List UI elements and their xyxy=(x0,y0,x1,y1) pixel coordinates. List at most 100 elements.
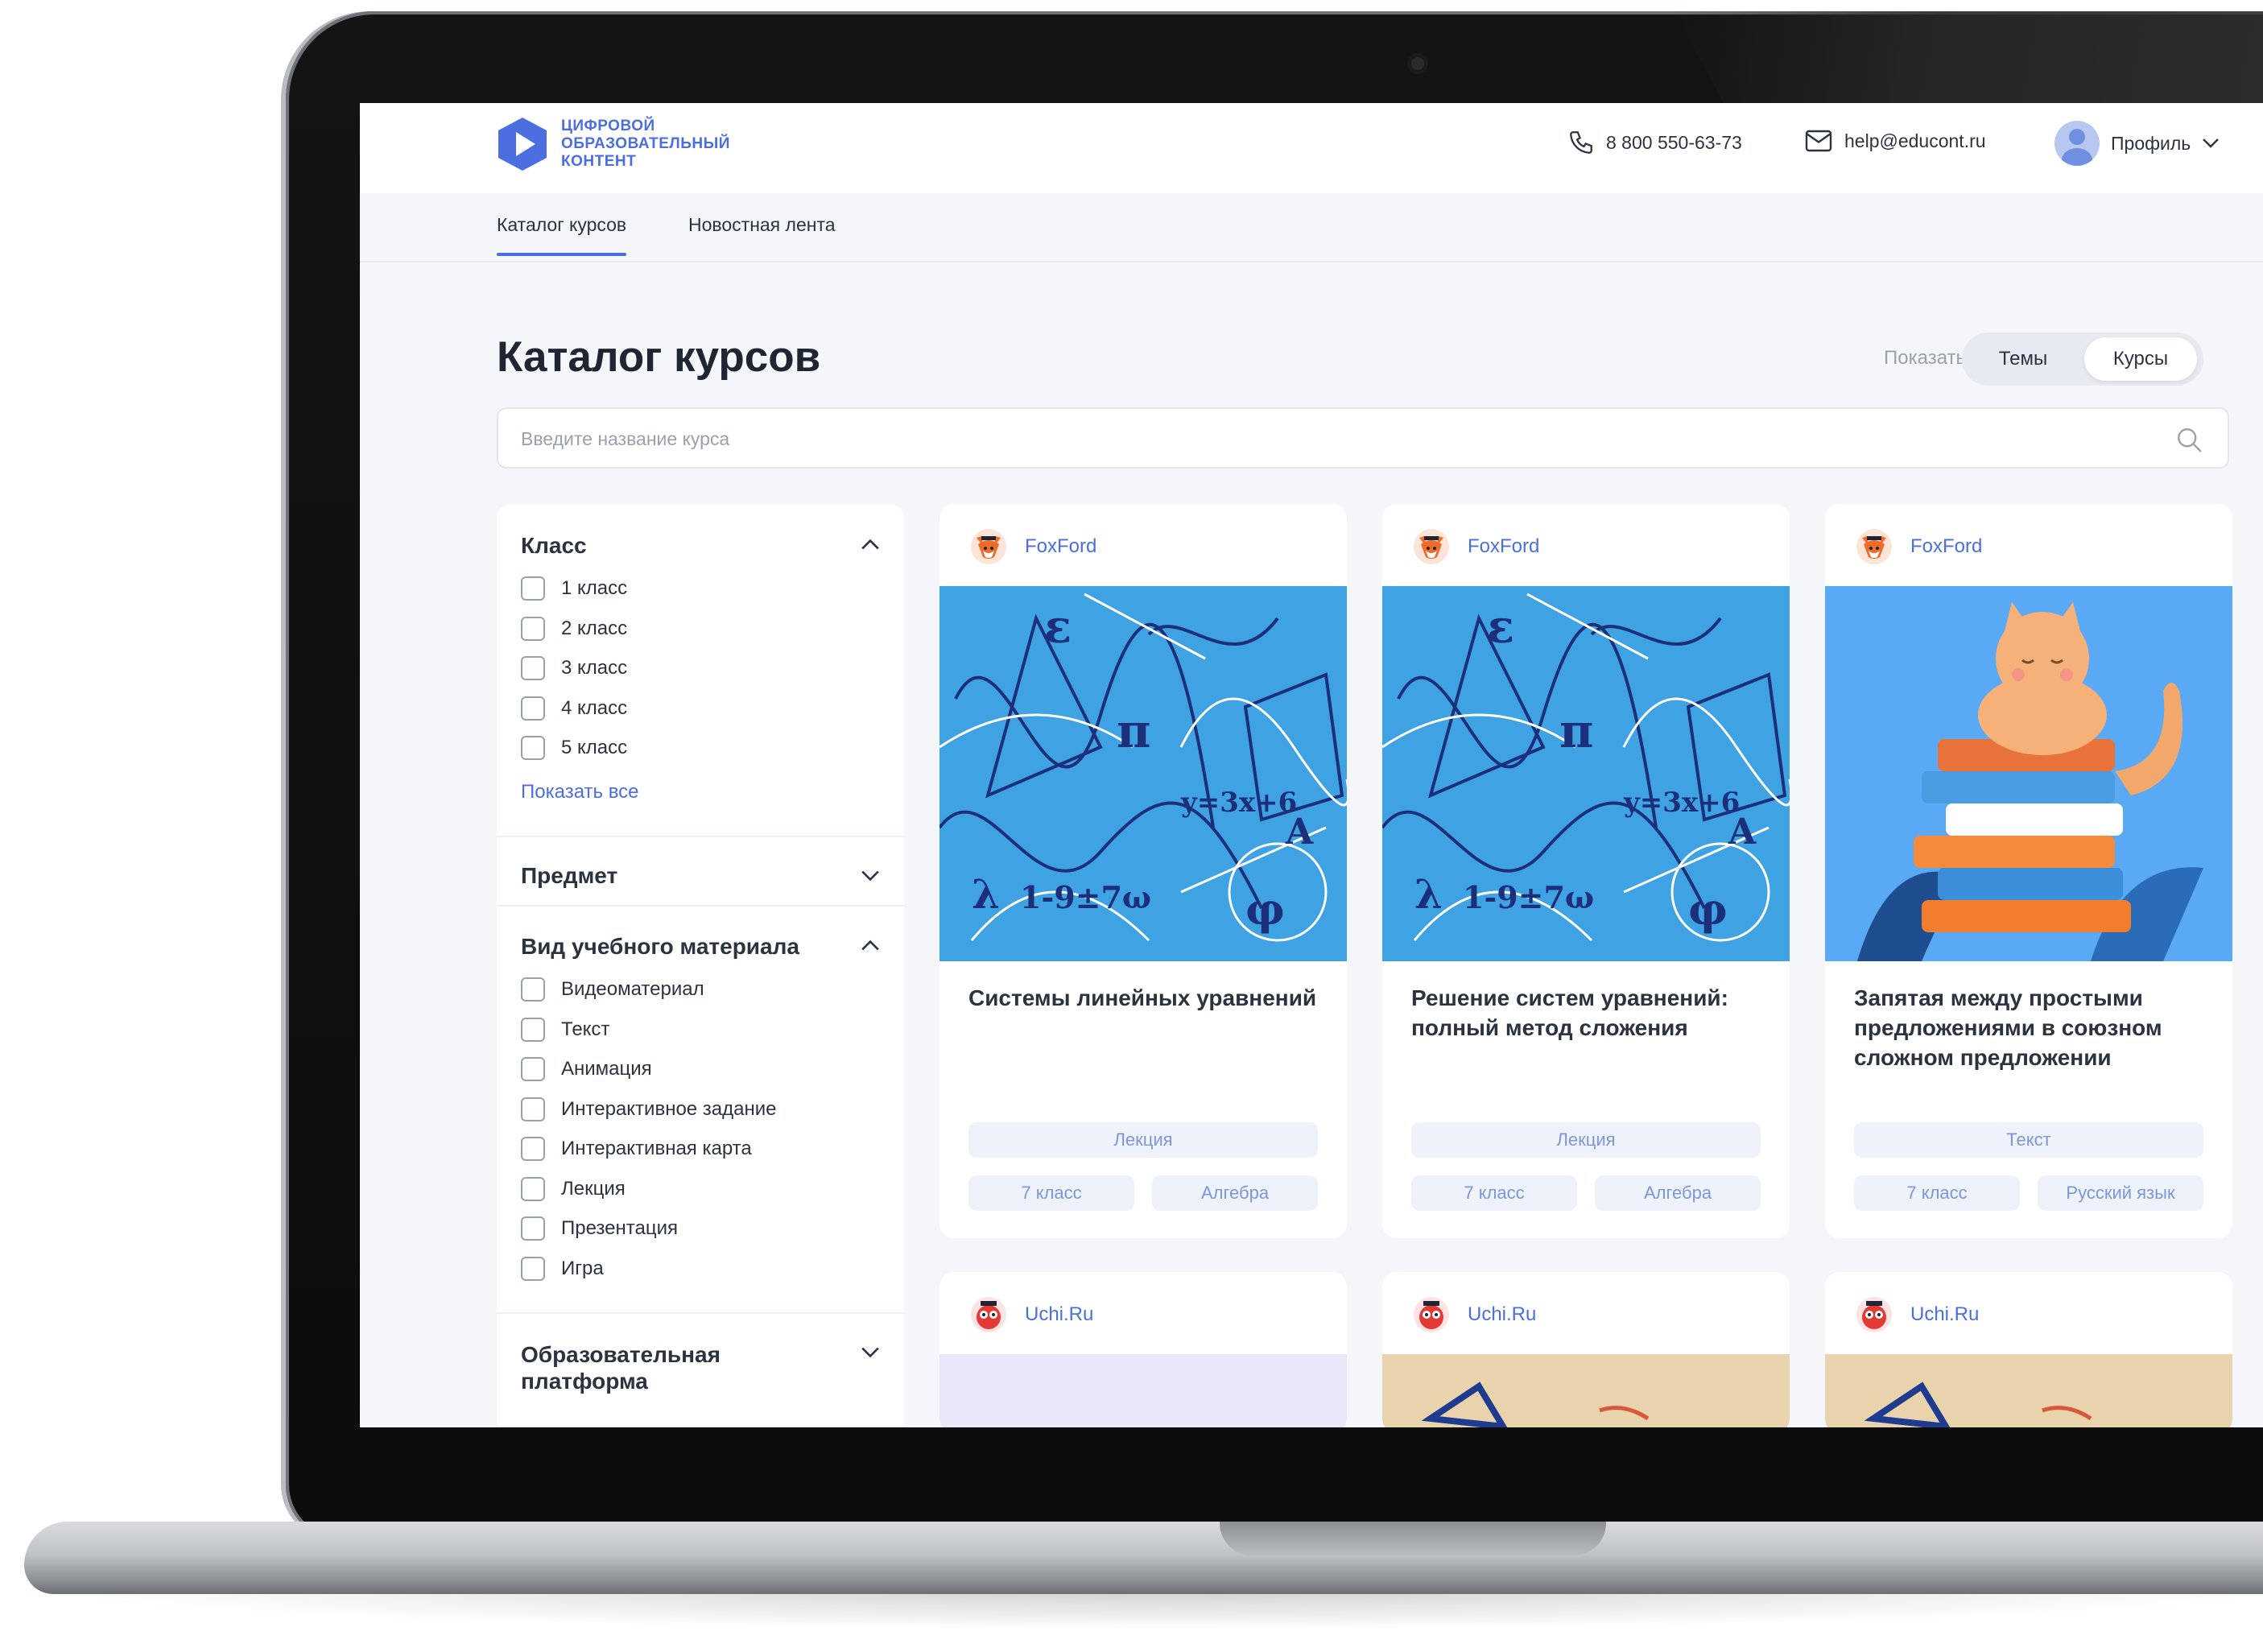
mail-icon xyxy=(1805,130,1832,152)
avatar xyxy=(2054,121,2100,166)
svg-text:λ: λ xyxy=(1414,870,1443,918)
svg-text:ε: ε xyxy=(1044,601,1072,654)
checkbox[interactable] xyxy=(521,617,545,641)
checkbox-label: Интерактивное задание xyxy=(561,1098,777,1120)
course-card[interactable]: FoxFord Запятая между простыми предложен… xyxy=(1825,504,2232,1238)
course-title[interactable]: Запятая между простыми предложениями в с… xyxy=(1854,983,2208,1072)
provider-link[interactable]: FoxFord xyxy=(1856,528,1982,565)
checkbox[interactable] xyxy=(521,1216,545,1241)
search-icon[interactable] xyxy=(2174,425,2203,454)
checkbox[interactable] xyxy=(521,736,545,760)
tag-grade: 7 класс xyxy=(968,1175,1134,1211)
view-toggle: Темы Курсы xyxy=(1962,332,2203,386)
chevron-up-icon[interactable] xyxy=(861,939,880,952)
chevron-up-icon[interactable] xyxy=(861,538,880,551)
checkbox-video[interactable]: Видеоматериал xyxy=(521,977,704,1002)
divider xyxy=(497,905,904,907)
fox-icon xyxy=(1414,529,1449,564)
phone-link[interactable]: 8 800 550-63-73 xyxy=(1567,129,1742,156)
chevron-down-icon[interactable] xyxy=(861,1346,880,1359)
checkbox[interactable] xyxy=(521,1177,545,1201)
tag-grade: 7 класс xyxy=(1411,1175,1577,1211)
logo-icon[interactable] xyxy=(497,116,548,172)
course-card[interactable]: Uchi.Ru xyxy=(1825,1272,2232,1427)
provider-link[interactable]: Uchi.Ru xyxy=(1413,1296,1536,1333)
checkbox-label: Анимация xyxy=(561,1058,652,1080)
checkbox-grade-1[interactable]: 1 класс xyxy=(521,576,627,601)
divider xyxy=(497,1312,904,1314)
profile-menu[interactable]: Профиль xyxy=(2054,121,2220,166)
checkbox[interactable] xyxy=(521,1137,545,1161)
course-card[interactable]: FoxFord ε π y=3x+6 xyxy=(1382,504,1790,1238)
filter-platform-title[interactable]: Образовательная платформа xyxy=(521,1341,721,1394)
tab-news[interactable]: Новостная лента xyxy=(688,214,836,236)
fox-icon xyxy=(971,529,1006,564)
divider xyxy=(497,836,904,837)
checkbox-game[interactable]: Игра xyxy=(521,1257,604,1281)
svg-text:y=3x+6: y=3x+6 xyxy=(1623,787,1740,819)
checkbox-label: Текст xyxy=(561,1018,610,1040)
checkbox[interactable] xyxy=(521,1018,545,1042)
checkbox[interactable] xyxy=(521,576,545,601)
checkbox[interactable] xyxy=(521,656,545,680)
course-card[interactable]: Uchi.Ru xyxy=(1382,1272,1790,1427)
phone-icon xyxy=(1570,131,1592,154)
provider-name: Uchi.Ru xyxy=(1468,1303,1537,1325)
uchi-ru-icon xyxy=(971,1297,1006,1332)
course-title[interactable]: Решение систем уравнений: полный метод с… xyxy=(1411,983,1765,1043)
checkbox[interactable] xyxy=(521,1057,545,1081)
course-image xyxy=(939,1354,1347,1427)
provider-name: Uchi.Ru xyxy=(1910,1303,1980,1325)
checkbox-text[interactable]: Текст xyxy=(521,1018,609,1042)
provider-link[interactable]: FoxFord xyxy=(970,528,1096,565)
filter-grade-title[interactable]: Класс xyxy=(521,533,587,559)
filter-subject-title[interactable]: Предмет xyxy=(521,863,617,889)
logo-line: ЦИФРОВОЙ xyxy=(561,118,655,134)
course-title[interactable]: Системы линейных уравнений xyxy=(968,983,1323,1013)
email-address: help@educont.ru xyxy=(1844,130,1986,151)
checkbox-grade-5[interactable]: 5 класс xyxy=(521,736,627,760)
toggle-courses[interactable]: Курсы xyxy=(2084,337,2197,381)
checkbox-grade-3[interactable]: 3 класс xyxy=(521,656,627,680)
logo-text: ЦИФРОВОЙ ОБРАЗОВАТЕЛЬНЫЙ КОНТЕНТ xyxy=(561,118,730,171)
checkbox-label: Видеоматериал xyxy=(561,978,704,1000)
checkbox[interactable] xyxy=(521,1257,545,1281)
course-card[interactable]: FoxFord ε π y=3x+6 xyxy=(939,504,1347,1238)
tab-catalog[interactable]: Каталог курсов xyxy=(497,214,627,256)
logo-line: КОНТЕНТ xyxy=(561,153,637,170)
provider-link[interactable]: Uchi.Ru xyxy=(1856,1296,1979,1333)
tag-type: Текст xyxy=(1854,1122,2203,1158)
page-title: Каталог курсов xyxy=(497,333,821,381)
checkbox[interactable] xyxy=(521,696,545,721)
search-bar xyxy=(497,407,2229,469)
chevron-down-icon[interactable] xyxy=(861,869,880,882)
provider-link[interactable]: FoxFord xyxy=(1413,528,1539,565)
toggle-topics[interactable]: Темы xyxy=(1968,337,2078,381)
checkbox-presentation[interactable]: Презентация xyxy=(521,1216,678,1241)
tag-type: Лекция xyxy=(968,1122,1318,1158)
laptop-base xyxy=(24,1522,2263,1594)
checkbox[interactable] xyxy=(521,1097,545,1121)
top-nav: Каталог курсов Новостная лента xyxy=(360,193,2263,262)
provider-link[interactable]: Uchi.Ru xyxy=(970,1296,1093,1333)
email-link[interactable]: help@educont.ru xyxy=(1804,129,1986,153)
checkbox-animation[interactable]: Анимация xyxy=(521,1057,652,1081)
checkbox-label: Интерактивная карта xyxy=(561,1138,752,1159)
search-input[interactable] xyxy=(519,422,2052,456)
checkbox-grade-2[interactable]: 2 класс xyxy=(521,617,627,641)
checkbox-interactive-task[interactable]: Интерактивное задание xyxy=(521,1097,777,1121)
show-all-link[interactable]: Показать все xyxy=(521,781,639,803)
uchi-ru-icon xyxy=(1856,1297,1892,1332)
checkbox[interactable] xyxy=(521,977,545,1002)
checkbox-interactive-map[interactable]: Интерактивная карта xyxy=(521,1137,752,1161)
course-card[interactable]: Uchi.Ru xyxy=(939,1272,1347,1427)
checkbox-label: Игра xyxy=(561,1258,604,1279)
tag-grade: 7 класс xyxy=(1854,1175,2020,1211)
svg-text:φ: φ xyxy=(1688,883,1728,935)
svg-text:y=3x+6: y=3x+6 xyxy=(1180,787,1297,819)
svg-text:φ: φ xyxy=(1245,883,1285,935)
laptop-notch xyxy=(1220,1522,1606,1555)
checkbox-grade-4[interactable]: 4 класс xyxy=(521,696,627,721)
checkbox-lecture[interactable]: Лекция xyxy=(521,1177,626,1201)
filter-material-title[interactable]: Вид учебного материала xyxy=(521,934,799,960)
